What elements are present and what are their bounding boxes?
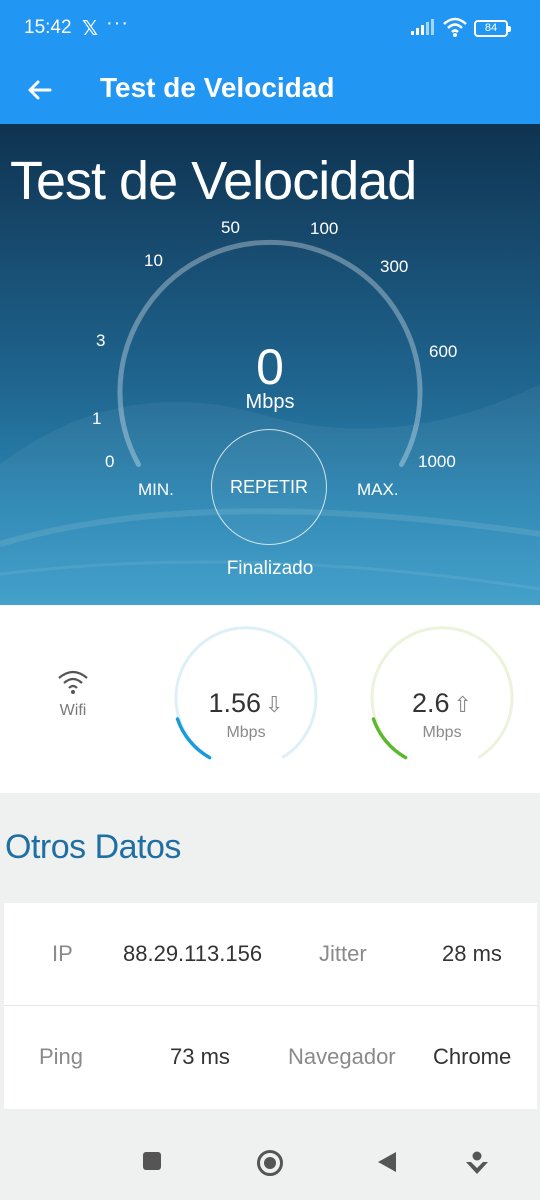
ip-label: IP [52, 941, 73, 966]
home-icon[interactable] [256, 1149, 284, 1177]
wifi-icon [58, 670, 88, 694]
download-result: 1.56 ⇩ Mbps [173, 624, 319, 770]
download-value-line: 1.56 ⇩ [173, 688, 319, 719]
app-bar-title: Test de Velocidad [100, 72, 335, 103]
table-row: IP 88.29.113.156 Jitter 28 ms [4, 903, 537, 1006]
wifi-status-icon [443, 17, 467, 37]
ping-value: 73 ms [170, 1044, 230, 1069]
other-data-title: Otros Datos [5, 828, 181, 866]
jitter-label: Jitter [319, 941, 367, 966]
gauge-min-label: MIN. [138, 480, 174, 499]
other-data-table: IP 88.29.113.156 Jitter 28 ms Ping 73 ms… [4, 903, 537, 1109]
signal-icon [411, 19, 434, 35]
gauge-tick-0: 0 [105, 452, 115, 471]
upload-value: 2.6 [412, 688, 450, 718]
download-unit: Mbps [226, 724, 266, 741]
ping-label: Ping [39, 1044, 84, 1069]
upload-arrow-icon: ⇧ [453, 692, 472, 717]
upload-unit: Mbps [422, 724, 462, 741]
speed-gauge-panel: Test de Velocidad 0 1 3 10 50 100 300 60… [0, 124, 540, 605]
gauge-tick-300: 300 [380, 257, 409, 276]
test-status: Finalizado [226, 558, 314, 579]
status-time: 15:42 [24, 17, 72, 38]
gauge-tick-1000: 1000 [418, 452, 456, 471]
back-nav-icon[interactable] [376, 1151, 398, 1173]
ip-value: 88.29.113.156 [123, 941, 263, 966]
more-notifications-icon: ··· [106, 12, 129, 34]
download-value: 1.56 [208, 688, 262, 718]
jitter-value: 28 ms [442, 941, 502, 966]
hero-title: Test de Velocidad [10, 151, 417, 211]
download-arrow-icon: ⇩ [265, 692, 284, 717]
battery-icon: 84 [474, 20, 511, 37]
gauge-tick-100: 100 [310, 219, 339, 238]
status-bar: 15:42 𝕏 ··· 84 [0, 0, 540, 56]
repeat-test-button[interactable]: REPETIR [211, 429, 327, 545]
recent-apps-icon[interactable] [142, 1151, 162, 1171]
upload-result: 2.6 ⇧ Mbps [369, 624, 515, 770]
browser-value: Chrome [433, 1044, 512, 1069]
gauge-tick-10: 10 [144, 251, 163, 270]
current-speed-unit: Mbps [245, 391, 295, 413]
connection-label: Wifi [59, 702, 87, 719]
connection-type: Wifi [44, 667, 102, 720]
table-row: Ping 73 ms Navegador Chrome [4, 1006, 537, 1109]
x-app-icon: 𝕏 [82, 18, 99, 40]
app-bar: Test de Velocidad [0, 56, 540, 124]
current-speed-value: 0 [256, 339, 284, 395]
gauge-max-label: MAX. [357, 480, 399, 499]
system-nav-bar [0, 1135, 540, 1200]
back-arrow-icon[interactable] [20, 70, 60, 110]
browser-label: Navegador [288, 1044, 396, 1069]
upload-value-line: 2.6 ⇧ [369, 688, 515, 719]
gauge-tick-50: 50 [221, 218, 240, 237]
results-panel: Wifi 1.56 ⇩ Mbps 2.6 ⇧ Mbps [0, 605, 540, 793]
assistant-icon[interactable] [464, 1150, 490, 1176]
